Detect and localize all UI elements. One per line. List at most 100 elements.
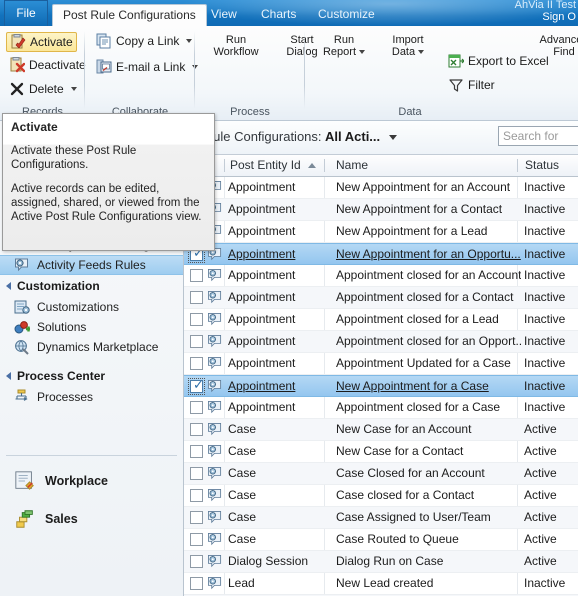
cell-name[interactable]: New Appointment for an Opportu...	[336, 244, 521, 265]
table-row[interactable]: Appointment New Appointment for a Lead Ina…	[184, 221, 578, 243]
cell-post-entity-id[interactable]: Case	[228, 419, 333, 440]
row-checkbox[interactable]	[190, 577, 203, 590]
cell-name[interactable]: Dialog Run on Case	[336, 551, 521, 572]
row-checkbox[interactable]: ✓	[188, 378, 205, 395]
sidebar-item-solutions[interactable]: Solutions	[0, 317, 183, 337]
tab-customize[interactable]: Customize	[308, 3, 385, 26]
cell-post-entity-id[interactable]: Appointment	[228, 331, 333, 352]
cell-name[interactable]: Appointment closed for a Case	[336, 397, 521, 418]
row-checkbox[interactable]	[190, 291, 203, 304]
delete-button[interactable]: Delete	[6, 80, 80, 98]
cell-name[interactable]: Appointment closed for an Opport...	[336, 331, 521, 352]
row-checkbox[interactable]	[190, 555, 203, 568]
table-row[interactable]: Appointment New Appointment for a Contact…	[184, 199, 578, 221]
cell-name[interactable]: Appointment Updated for a Case	[336, 353, 521, 374]
run-report-button[interactable]: Run Report	[313, 34, 375, 58]
cell-name[interactable]: New Appointment for an Account	[336, 177, 521, 198]
table-row[interactable]: Appointment Appointment closed for an Opp…	[184, 331, 578, 353]
column-header-name[interactable]: Name	[336, 155, 368, 176]
cell-post-entity-id[interactable]: Case	[228, 507, 333, 528]
cell-post-entity-id[interactable]: Appointment	[228, 177, 333, 198]
table-row[interactable]: Case New Case for a Contact Active	[184, 441, 578, 463]
cell-post-entity-id[interactable]: Dialog Session	[228, 551, 333, 572]
table-row[interactable]: Case Case Assigned to User/Team Active	[184, 507, 578, 529]
cell-post-entity-id[interactable]: Case	[228, 441, 333, 462]
nav-header-customization[interactable]: Customization	[0, 275, 183, 297]
row-checkbox[interactable]	[190, 357, 203, 370]
search-box[interactable]	[498, 126, 578, 146]
row-checkbox[interactable]	[190, 335, 203, 348]
activate-button[interactable]: Activate	[6, 32, 77, 52]
cell-name[interactable]: Appointment closed for a Contact	[336, 287, 521, 308]
table-row[interactable]: Case Case Closed for an Account Active	[184, 463, 578, 485]
table-row[interactable]: Appointment Appointment closed for a Case…	[184, 397, 578, 419]
chevron-down-icon[interactable]	[359, 50, 366, 55]
sidebar-item-activity-feeds-rules[interactable]: Activity Feeds Rules	[0, 255, 183, 275]
cell-post-entity-id[interactable]: Case	[228, 529, 333, 550]
cell-name[interactable]: New Appointment for a Case	[336, 376, 521, 397]
sidebar-group-workplace[interactable]: Workplace	[0, 462, 183, 500]
cell-post-entity-id[interactable]: Appointment	[228, 287, 333, 308]
table-row[interactable]: Dialog Session Dialog Run on Case Active	[184, 551, 578, 573]
import-data-button[interactable]: Import Data	[377, 34, 439, 58]
column-header-post-entity-id[interactable]: Post Entity Id	[230, 155, 301, 176]
chevron-down-icon[interactable]	[389, 135, 397, 140]
cell-post-entity-id[interactable]: Appointment	[228, 376, 333, 397]
sidebar-item-processes[interactable]: Processes	[0, 387, 183, 407]
copy-a-link-button[interactable]: Copy a Link	[93, 32, 195, 50]
cell-name[interactable]: Case closed for a Contact	[336, 485, 521, 506]
filter-button[interactable]: Filter	[445, 76, 498, 94]
cell-name[interactable]: New Lead created	[336, 573, 521, 594]
column-header-status[interactable]: Status	[525, 155, 559, 176]
sidebar-item-dynamics-marketplace[interactable]: Dynamics Marketplace	[0, 337, 183, 357]
run-workflow-button[interactable]: Run Workflow	[205, 34, 267, 58]
expander-triangle-icon[interactable]	[6, 282, 11, 290]
table-row[interactable]: Appointment Appointment closed for a Cont…	[184, 287, 578, 309]
table-row[interactable]: Appointment Appointment closed for an Acc…	[184, 265, 578, 287]
tab-post-rule-configurations[interactable]: Post Rule Configurations	[52, 4, 207, 26]
tab-charts[interactable]: Charts	[251, 3, 306, 26]
cell-name[interactable]: Appointment closed for a Lead	[336, 309, 521, 330]
row-checkbox[interactable]	[190, 423, 203, 436]
cell-name[interactable]: New Case for a Contact	[336, 441, 521, 462]
cell-name[interactable]: Appointment closed for an Account	[336, 265, 521, 286]
view-selector-label[interactable]: All Acti...	[325, 129, 380, 144]
chevron-down-icon[interactable]	[186, 39, 193, 43]
expander-triangle-icon[interactable]	[6, 372, 11, 380]
cell-post-entity-id[interactable]: Appointment	[228, 397, 333, 418]
table-row[interactable]: Case New Case for an Account Active	[184, 419, 578, 441]
row-checkbox[interactable]	[190, 445, 203, 458]
chevron-down-icon[interactable]	[418, 50, 425, 55]
cell-post-entity-id[interactable]: Case	[228, 463, 333, 484]
cell-name[interactable]: New Appointment for a Lead	[336, 221, 521, 242]
email-a-link-button[interactable]: E-mail a Link	[93, 58, 201, 76]
table-row[interactable]: ✓ Appointment New Appointment for an Oppor…	[184, 243, 578, 265]
cell-name[interactable]: Case Routed to Queue	[336, 529, 521, 550]
chevron-down-icon[interactable]	[70, 87, 77, 91]
cell-post-entity-id[interactable]: Appointment	[228, 244, 333, 265]
row-checkbox[interactable]	[190, 313, 203, 326]
row-checkbox[interactable]	[190, 269, 203, 282]
deactivate-button[interactable]: Deactivate	[6, 56, 89, 74]
row-checkbox[interactable]	[190, 533, 203, 546]
sign-out-link[interactable]: Sign O	[542, 11, 576, 23]
cell-post-entity-id[interactable]: Appointment	[228, 265, 333, 286]
search-input[interactable]	[499, 127, 578, 145]
row-checkbox[interactable]	[190, 511, 203, 524]
cell-name[interactable]: New Case for an Account	[336, 419, 521, 440]
cell-post-entity-id[interactable]: Appointment	[228, 309, 333, 330]
cell-name[interactable]: Case Closed for an Account	[336, 463, 521, 484]
row-checkbox[interactable]	[190, 467, 203, 480]
advanced-find-button[interactable]: Advanced Find	[527, 34, 578, 58]
cell-post-entity-id[interactable]: Appointment	[228, 353, 333, 374]
row-checkbox[interactable]	[190, 401, 203, 414]
cell-post-entity-id[interactable]: Case	[228, 485, 333, 506]
cell-post-entity-id[interactable]: Appointment	[228, 221, 333, 242]
cell-name[interactable]: New Appointment for a Contact	[336, 199, 521, 220]
nav-header-process-center[interactable]: Process Center	[0, 365, 183, 387]
file-tab[interactable]: File	[4, 0, 48, 26]
row-checkbox[interactable]	[190, 489, 203, 502]
cell-post-entity-id[interactable]: Lead	[228, 573, 333, 594]
cell-name[interactable]: Case Assigned to User/Team	[336, 507, 521, 528]
table-row[interactable]: Appointment New Appointment for an Accoun…	[184, 177, 578, 199]
